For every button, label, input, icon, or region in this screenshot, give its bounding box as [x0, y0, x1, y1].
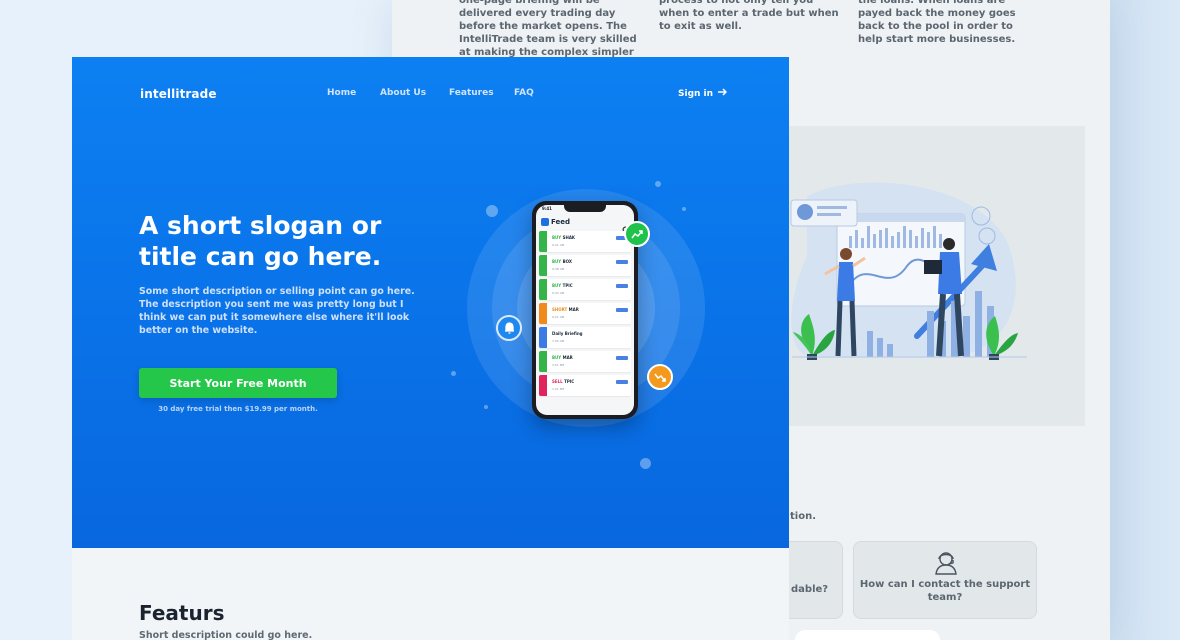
features-title: Featurs	[139, 601, 225, 625]
feed-item-action: BUY	[552, 259, 562, 264]
feed-item-tag	[616, 308, 628, 312]
phone-status-time: 9:41	[542, 206, 552, 211]
trend-up-icon	[624, 221, 650, 247]
bg-partial-text: tion.	[790, 511, 816, 522]
feed-item-action: BUY	[552, 283, 562, 288]
signin-link[interactable]: Sign in	[678, 88, 728, 99]
feed-item-stripe	[539, 351, 547, 372]
feed-item-stripe	[539, 255, 547, 276]
faq-card-contact-support[interactable]: How can I contact the support team?	[853, 541, 1037, 619]
bg-text-col-2: process to not only tell you when to ent…	[659, 0, 839, 32]
feed-item[interactable]: Daily Briefing 7:00 AM	[539, 327, 631, 348]
feed-item-tag	[616, 356, 628, 360]
faq-card-partial-label: dable?	[791, 584, 829, 595]
feed-item-stripe	[539, 327, 547, 348]
hero-section: intellitrade Home About Us Features FAQ …	[72, 57, 789, 548]
feed-item-ticker: SHAK	[562, 235, 576, 240]
feed-item-title: SHORT MAR	[552, 307, 579, 312]
arrow-right-icon	[718, 88, 728, 99]
feed-item-title: BUY BOX	[552, 259, 572, 264]
feed-item-title: SELL TPIC	[552, 379, 574, 384]
decor-dot	[640, 458, 651, 469]
feed-item-tag	[616, 380, 628, 384]
features-description: Short description could go here.	[139, 630, 313, 640]
decor-dot	[682, 207, 686, 211]
start-free-month-button[interactable]: Start Your Free Month	[139, 368, 337, 398]
features-section: Featurs Short description could go here.	[72, 548, 789, 640]
background-shade	[1110, 0, 1180, 640]
feed-item[interactable]: BUY TPIC 9:32 AM	[539, 279, 631, 300]
phone-mockup: 9:41 Feed BUY SHAK 9:41 AM BUY BOX 9:38 AM…	[532, 201, 638, 419]
trend-down-icon	[647, 364, 673, 390]
decor-dot	[451, 371, 456, 376]
feed-app-icon	[541, 218, 549, 226]
feed-item-time: 1:21 PM	[552, 387, 565, 391]
feed-item-action: BUY	[552, 355, 562, 360]
feed-item[interactable]: SELL TPIC 1:21 PM	[539, 375, 631, 396]
feed-item[interactable]: BUY SHAK 9:41 AM	[539, 231, 631, 252]
faq-card-contact-label: How can I contact the support team?	[859, 579, 1031, 603]
signin-label: Sign in	[678, 89, 714, 99]
bg-pill	[795, 630, 940, 640]
feed-item-tag	[616, 260, 628, 264]
feed-item-title: BUY SHAK	[552, 235, 575, 240]
feed-item-ticker: Daily Briefing	[552, 331, 583, 336]
feed-title: Feed	[551, 218, 571, 226]
feed-item-action: SHORT	[552, 307, 568, 312]
feed-item-stripe	[539, 279, 547, 300]
bell-icon	[496, 315, 522, 341]
logo[interactable]: intellitrade	[140, 87, 217, 101]
hero-description: Some short description or selling point …	[139, 286, 415, 336]
nav-about-us[interactable]: About Us	[380, 88, 426, 98]
feed-item-ticker: BOX	[562, 259, 572, 264]
feed-item-ticker: MAR	[562, 355, 573, 360]
cta-note: 30 day free trial then $19.99 per month.	[158, 405, 318, 413]
nav-home[interactable]: Home	[327, 88, 356, 98]
feed-item[interactable]: BUY MAR 3:51 PM	[539, 351, 631, 372]
feed-item-time: 3:51 PM	[552, 363, 565, 367]
bg-text-col-1: one-page briefing will be delivered ever…	[459, 0, 637, 58]
feed-item-action: BUY	[552, 235, 562, 240]
bg-text-col-3: the loans. When loans are payed back the…	[858, 0, 1016, 45]
decor-dot	[486, 205, 498, 217]
nav-features[interactable]: Features	[449, 88, 494, 98]
feed-item-action: SELL	[552, 379, 563, 384]
feed-item[interactable]: BUY BOX 9:38 AM	[539, 255, 631, 276]
feed-item-stripe	[539, 303, 547, 324]
feed-item-stripe	[539, 375, 547, 396]
feed-item-title: BUY MAR	[552, 355, 573, 360]
feed-item-time: 9:21 AM	[552, 315, 565, 319]
feed-item-ticker: TPIC	[562, 283, 573, 288]
decor-dot	[484, 405, 488, 409]
feed-header: Feed	[541, 218, 570, 226]
phone-screen: 9:41 Feed BUY SHAK 9:41 AM BUY BOX 9:38 AM…	[536, 205, 634, 415]
feed-item-time: 9:41 AM	[552, 243, 565, 247]
support-agent-icon	[932, 548, 960, 580]
feed-item-time: 9:32 AM	[552, 291, 565, 295]
feed-item-time: 9:38 AM	[552, 267, 565, 271]
hero-title: A short slogan or title can go here.	[139, 211, 382, 271]
feed-item-title: Daily Briefing	[552, 331, 583, 336]
feed-item-tag	[616, 284, 628, 288]
feed-item-stripe	[539, 231, 547, 252]
feed-item-time: 7:00 AM	[552, 339, 565, 343]
phone-notch	[564, 205, 606, 212]
decor-dot	[655, 181, 661, 187]
feed-item-ticker: MAR	[568, 307, 579, 312]
feed-item-ticker: TPIC	[564, 379, 575, 384]
feed-item-title: BUY TPIC	[552, 283, 573, 288]
feed-item[interactable]: SHORT MAR 9:21 AM	[539, 303, 631, 324]
nav-faq[interactable]: FAQ	[514, 88, 534, 98]
feed-list: BUY SHAK 9:41 AM BUY BOX 9:38 AM BUY TPIC 9…	[539, 231, 631, 399]
